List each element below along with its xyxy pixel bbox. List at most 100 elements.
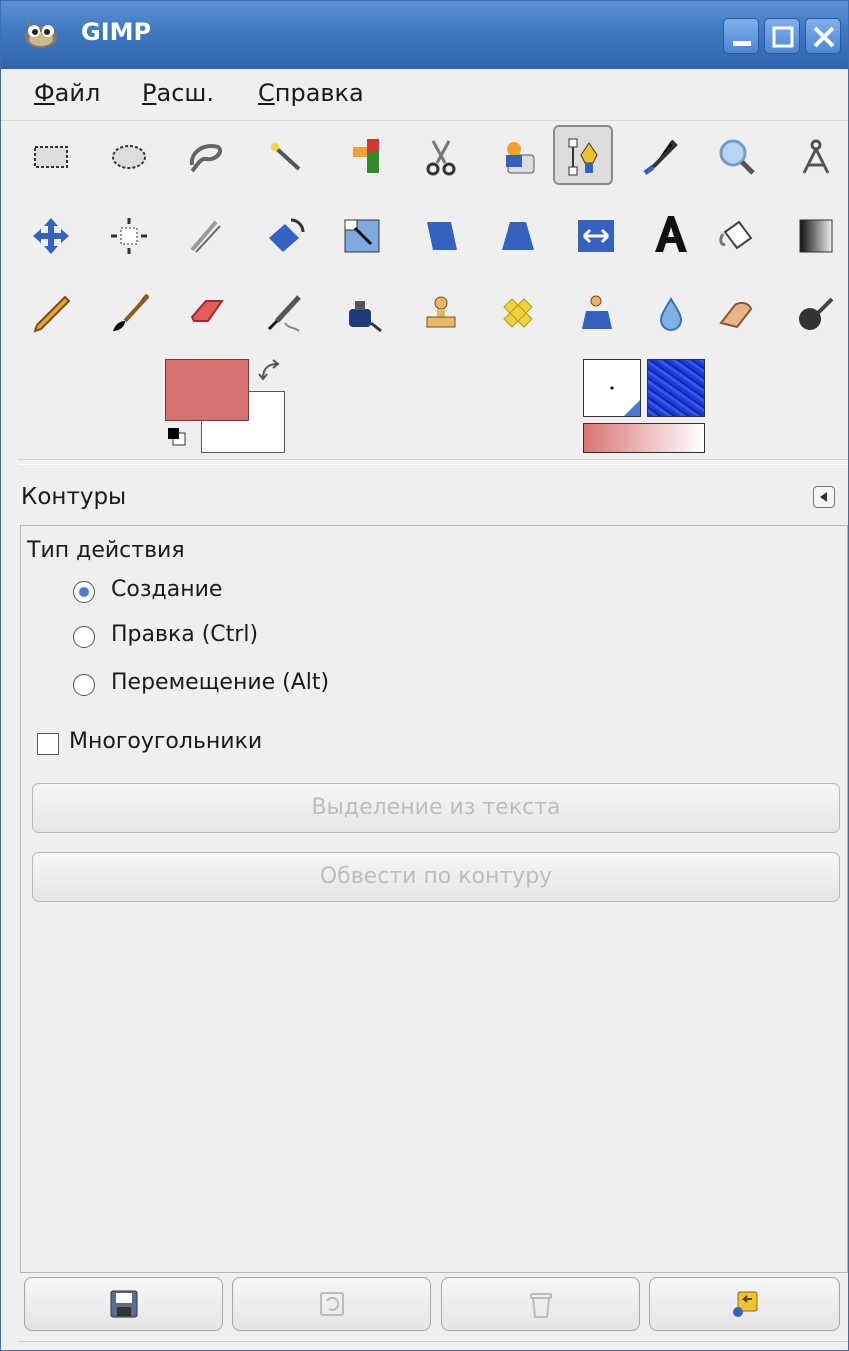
- pencil-icon: [33, 295, 71, 333]
- tool-pencil[interactable]: [21, 283, 81, 343]
- menu-file-mnemonic: Ф: [34, 79, 55, 107]
- rotate-icon: [269, 218, 305, 252]
- measure-icon: [802, 139, 830, 174]
- smudge-icon: [719, 301, 753, 329]
- tool-flip[interactable]: [566, 206, 626, 266]
- menu-extensions[interactable]: Расш.: [142, 79, 214, 107]
- radio-indicator[interactable]: [73, 581, 95, 603]
- default-colors-icon[interactable]: [167, 427, 187, 447]
- flip-icon: [578, 220, 614, 252]
- menu-arrow-icon: [820, 492, 827, 502]
- save-options-button[interactable]: [24, 1277, 223, 1331]
- tool-options-title: Контуры: [21, 484, 127, 510]
- paths-tool-icon: [568, 138, 598, 176]
- tool-bucket-fill[interactable]: [707, 206, 767, 266]
- menu-help-label: правка: [274, 79, 364, 107]
- swap-colors-icon[interactable]: [257, 358, 283, 384]
- tool-airbrush[interactable]: [255, 283, 315, 343]
- tool-measure[interactable]: [786, 127, 846, 187]
- tool-move[interactable]: [21, 206, 81, 266]
- tool-ellipse-select[interactable]: [99, 127, 159, 187]
- tool-color-picker[interactable]: [629, 127, 689, 187]
- tool-paintbrush[interactable]: [99, 283, 159, 343]
- tool-free-select[interactable]: [176, 127, 236, 187]
- polygonal-label: Многоугольники: [69, 729, 263, 754]
- minimize-button[interactable]: [723, 18, 759, 54]
- stroke-path-button[interactable]: Обвести по контуру: [32, 852, 840, 902]
- perspective-clone-icon: [582, 295, 612, 329]
- color-select-icon: [353, 139, 379, 173]
- tool-rect-select[interactable]: [21, 127, 81, 187]
- selection-from-text-button[interactable]: Выделение из текста: [32, 783, 840, 833]
- menu-file[interactable]: Файл: [34, 79, 100, 107]
- radio-indicator[interactable]: [73, 626, 95, 648]
- tool-zoom[interactable]: [707, 127, 767, 187]
- tool-shear[interactable]: [411, 206, 471, 266]
- gimp-toolbox-window: GIMP Файл Расш. Справка Контуры Тип дейс…: [0, 0, 849, 1351]
- tool-color-select[interactable]: [333, 127, 393, 187]
- delete-options-button[interactable]: [441, 1277, 640, 1331]
- title-bar[interactable]: GIMP: [1, 1, 848, 69]
- gradient-preview[interactable]: [583, 423, 705, 453]
- tool-scissors-select[interactable]: [411, 127, 471, 187]
- tool-clone[interactable]: [411, 283, 471, 343]
- menu-bar: Файл Расш. Справка: [1, 69, 848, 121]
- tool-paths[interactable]: [553, 125, 613, 185]
- pattern-preview[interactable]: [647, 359, 705, 417]
- tool-options-menu-button[interactable]: [813, 486, 835, 508]
- tool-perspective-clone[interactable]: [566, 283, 626, 343]
- blur-sharpen-icon: [659, 297, 683, 331]
- crop-icon: [190, 220, 221, 253]
- tool-align[interactable]: [99, 206, 159, 266]
- tool-text[interactable]: [641, 204, 701, 264]
- tool-crop[interactable]: [176, 206, 236, 266]
- align-icon: [111, 218, 147, 254]
- tool-rotate[interactable]: [255, 206, 315, 266]
- bottom-divider: [18, 1341, 848, 1342]
- blend-icon: [799, 219, 833, 253]
- zoom-icon: [719, 139, 755, 175]
- brush-preview[interactable]: [583, 359, 641, 417]
- minimize-icon: [733, 41, 751, 46]
- separator: [18, 459, 848, 465]
- eraser-icon: [190, 300, 224, 322]
- tool-heal[interactable]: [488, 283, 548, 343]
- menu-help-mnemonic: С: [258, 79, 275, 107]
- tool-perspective[interactable]: [488, 206, 548, 266]
- tool-ink[interactable]: [333, 283, 393, 343]
- radio-indicator[interactable]: [73, 674, 95, 696]
- tool-fuzzy-select[interactable]: [255, 127, 315, 187]
- menu-extensions-label: асш.: [156, 79, 214, 107]
- tool-scale[interactable]: [333, 206, 393, 266]
- tool-blend[interactable]: [786, 206, 846, 266]
- foreground-color-swatch[interactable]: [165, 359, 249, 421]
- foreground-select-icon: [506, 142, 535, 174]
- heal-icon: [503, 298, 533, 328]
- scissors-select-icon: [426, 140, 456, 176]
- tool-blur-sharpen[interactable]: [641, 283, 701, 343]
- edit-mode-label: Тип действия: [27, 538, 185, 563]
- restore-options-icon: [319, 1292, 344, 1316]
- reset-options-icon: [732, 1291, 757, 1317]
- shear-icon: [427, 222, 457, 250]
- polygonal-checkbox[interactable]: [37, 733, 59, 755]
- tool-dodge-burn[interactable]: [786, 283, 846, 343]
- text-icon: [655, 216, 687, 252]
- tool-eraser[interactable]: [176, 283, 236, 343]
- menu-help[interactable]: Справка: [258, 79, 364, 107]
- paintbrush-icon: [113, 293, 149, 331]
- tool-foreground-select[interactable]: [488, 127, 548, 187]
- menu-extensions-mnemonic: Р: [142, 79, 157, 107]
- close-icon: [813, 26, 835, 48]
- tool-smudge[interactable]: [707, 283, 767, 343]
- mode-design-label: Создание: [111, 577, 223, 602]
- clone-icon: [426, 296, 456, 328]
- reset-options-button[interactable]: [649, 1277, 840, 1331]
- restore-options-button[interactable]: [232, 1277, 431, 1331]
- mode-move-label: Перемещение (Alt): [111, 670, 330, 695]
- mode-edit-label: Правка (Ctrl): [111, 622, 259, 647]
- close-button[interactable]: [805, 18, 841, 54]
- perspective-icon: [502, 222, 534, 250]
- maximize-button[interactable]: [764, 18, 800, 54]
- rect-select-icon: [34, 146, 68, 168]
